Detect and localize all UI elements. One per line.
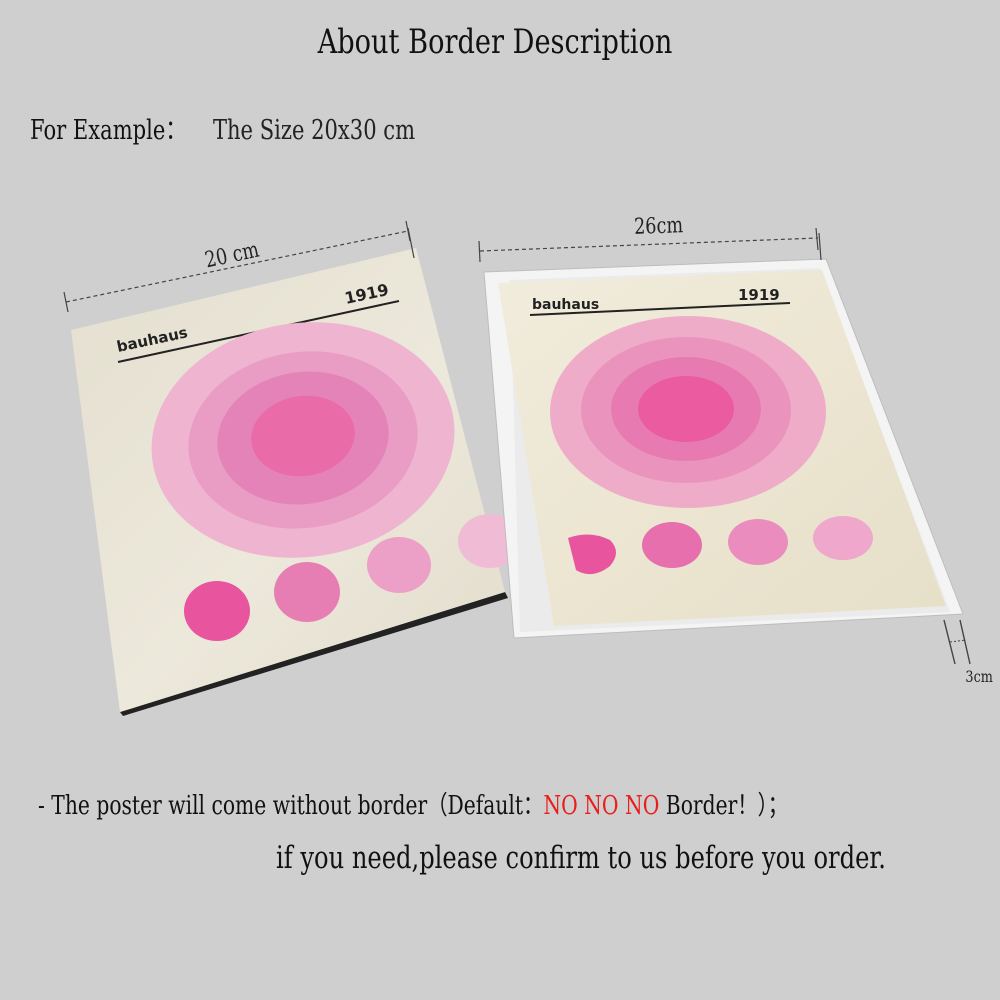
note-emphasis: NO NO NO <box>543 791 660 821</box>
note-suffix: Border！）； <box>659 791 788 821</box>
dot-4 <box>813 516 873 560</box>
width-label-bordered: 26cm <box>633 213 684 240</box>
dot-3 <box>367 537 431 593</box>
poster-year: 1919 <box>738 286 780 304</box>
note-default-no-border: - The poster will come without border（De… <box>38 785 788 822</box>
poster-no-border: 1919 bauhaus <box>71 248 522 716</box>
dot-1 <box>184 581 250 641</box>
ring-center <box>638 376 734 442</box>
poster-brand: bauhaus <box>532 297 599 313</box>
dot-2 <box>274 562 340 622</box>
dimension-3cm <box>943 619 971 665</box>
poster-with-border: 1919 bauhaus <box>483 258 964 639</box>
border-label: 3cm <box>965 667 993 686</box>
note-prefix: - The poster will come without border（De… <box>38 791 544 821</box>
note-confirm: if you need,please confirm to us before … <box>276 840 886 876</box>
dot-3 <box>728 519 788 565</box>
dot-2 <box>642 522 702 568</box>
